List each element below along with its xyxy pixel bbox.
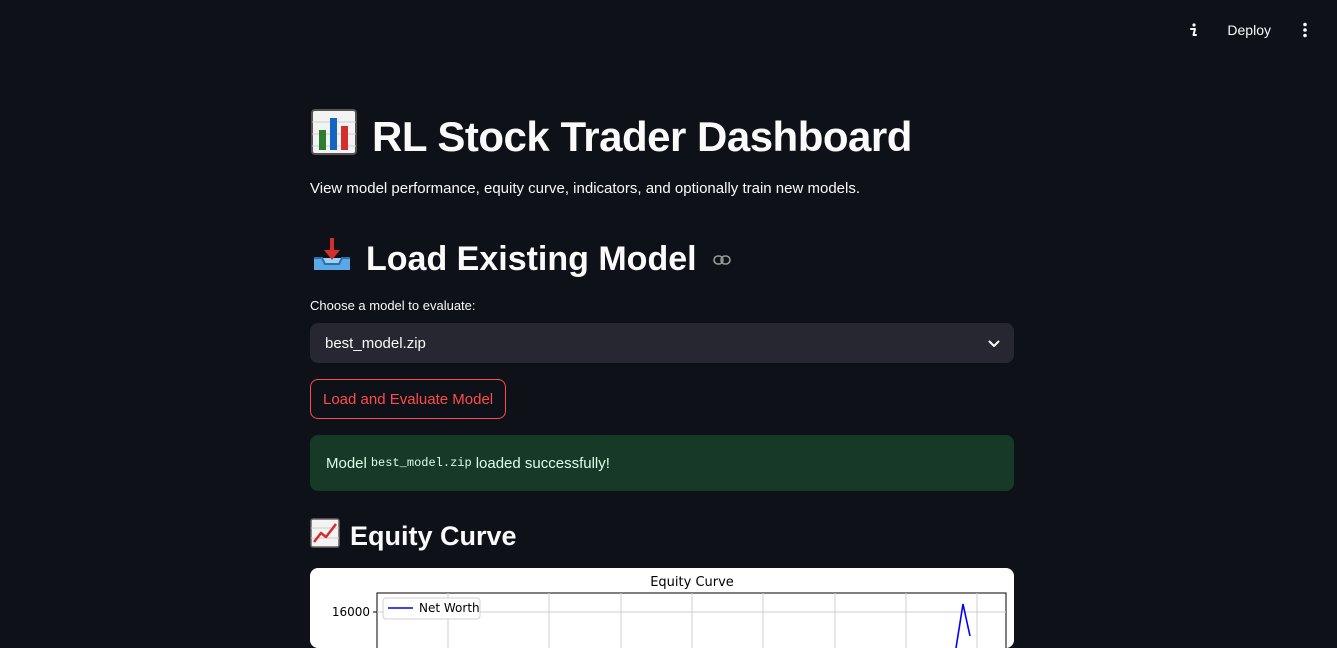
alert-prefix: Model: [326, 454, 367, 472]
link-icon[interactable]: [712, 254, 731, 266]
chart-title: Equity Curve: [650, 575, 734, 590]
equity-chart: Equity Curve 16000 Net Worth: [310, 568, 1014, 648]
page-subtitle: View model performance, equity curve, in…: [310, 180, 861, 197]
chart-increasing-icon: [310, 518, 340, 555]
load-evaluate-button[interactable]: Load and Evaluate Model: [310, 379, 507, 419]
chevron-down-icon: [988, 335, 1000, 352]
page-title-text: RL Stock Trader Dashboard: [372, 113, 912, 160]
model-select-value: best_model.zip: [325, 334, 426, 352]
net-worth-line: [955, 603, 971, 648]
more-options-icon[interactable]: [1291, 16, 1319, 44]
legend-label-net-worth: Net Worth: [419, 601, 480, 615]
page-title: RL Stock Trader Dashboard: [310, 108, 912, 166]
deploy-button[interactable]: Deploy: [1221, 16, 1277, 44]
alert-suffix: loaded successfully!: [475, 454, 610, 472]
success-alert: Model best_model.zip loaded successfully…: [310, 435, 1014, 491]
info-icon[interactable]: [1179, 16, 1207, 44]
load-model-heading: Load Existing Model: [310, 236, 731, 283]
model-select[interactable]: best_model.zip: [310, 323, 1014, 363]
equity-curve-heading-text: Equity Curve: [350, 521, 517, 551]
bar-chart-icon: [310, 108, 358, 166]
alert-model-code: best_model.zip: [370, 456, 472, 470]
top-toolbar: Deploy: [0, 0, 1337, 60]
y-tick-label: 16000: [332, 605, 370, 619]
load-model-heading-text: Load Existing Model: [366, 240, 697, 278]
equity-curve-heading: Equity Curve: [310, 518, 517, 555]
model-select-label: Choose a model to evaluate:: [310, 298, 476, 313]
inbox-tray-icon: [310, 236, 354, 283]
